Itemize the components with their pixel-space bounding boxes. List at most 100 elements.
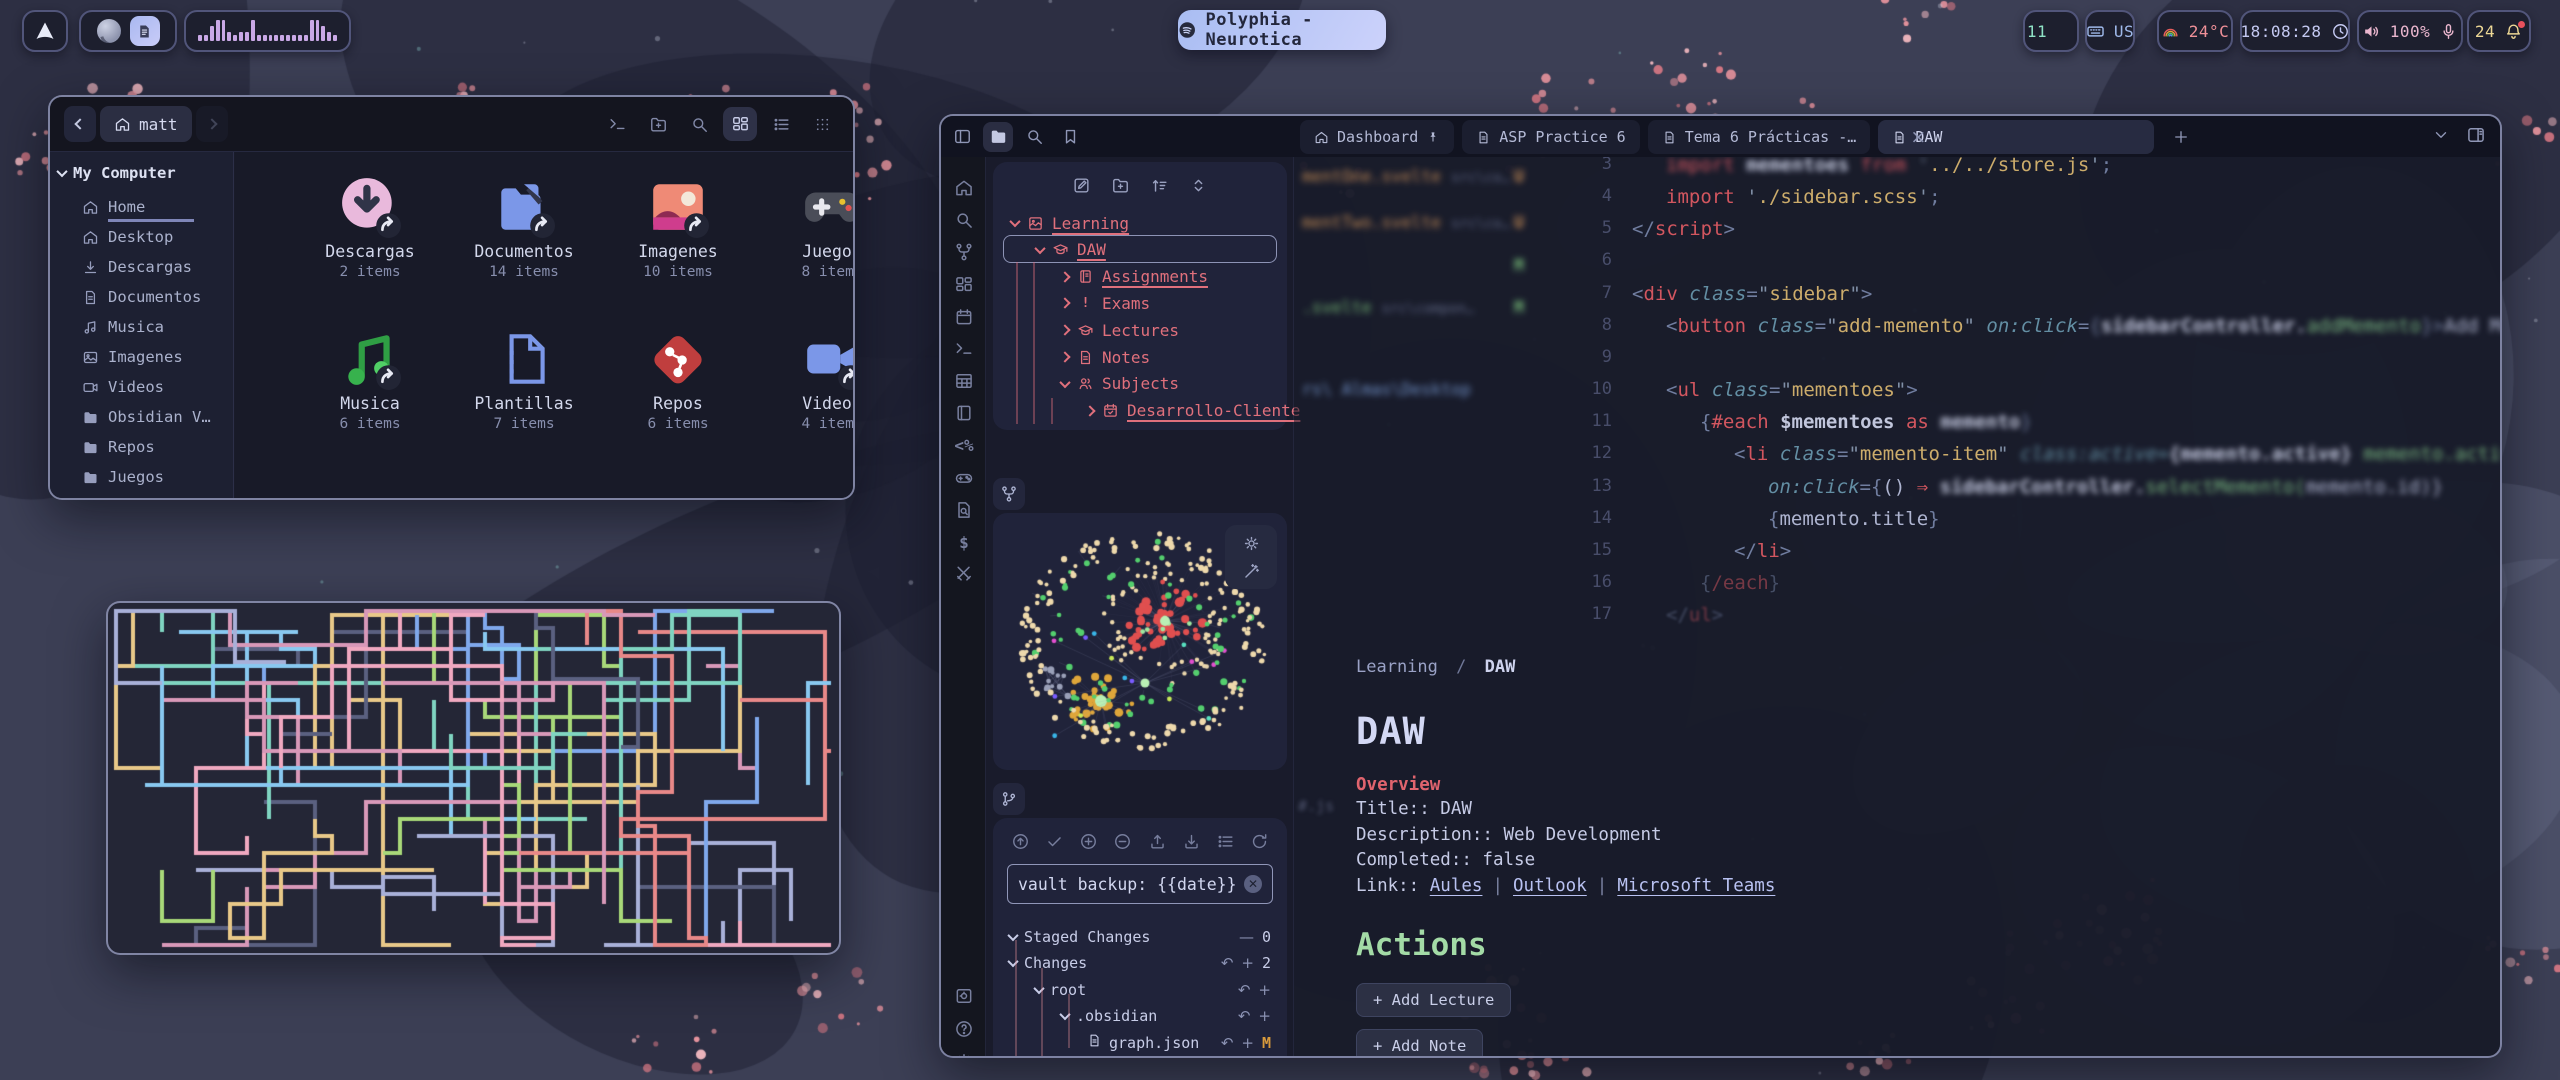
ribbon-calendar[interactable] (953, 306, 975, 328)
note-link-outlook[interactable]: Outlook (1513, 876, 1587, 896)
workspace-apps[interactable] (79, 10, 177, 52)
ribbon-book[interactable] (953, 402, 975, 424)
fm-tool-grid[interactable] (723, 107, 757, 141)
chevron-right-icon[interactable] (1059, 351, 1070, 362)
clear-message-icon[interactable]: ✕ (1244, 875, 1262, 893)
back-button[interactable] (64, 106, 96, 142)
chevron-right-icon[interactable] (1084, 405, 1095, 416)
graph-settings-button[interactable] (1242, 533, 1261, 553)
ribbon-vault[interactable] (953, 985, 975, 1007)
folder-tile-repos[interactable]: Repos6 items (603, 312, 753, 460)
new-tab-button[interactable] (2166, 122, 2196, 152)
action-button--add-lecture[interactable]: + Add Lecture (1356, 983, 1511, 1017)
sidebar-item-documentos[interactable]: Documentos (50, 282, 233, 312)
sidebar-item-desktop[interactable]: Desktop (50, 222, 233, 252)
tab-daw[interactable]: DAW× (1878, 120, 2154, 154)
tab-asp-practice-6[interactable]: ASP Practice 6 (1462, 120, 1639, 154)
stage-icon[interactable]: + (1258, 981, 1271, 999)
folder-tile-documentos[interactable]: Documentos14 items (449, 160, 599, 308)
ribbon-table[interactable] (953, 370, 975, 392)
widget-keyboard-layout[interactable]: US (2085, 10, 2135, 52)
chevron-right-icon[interactable] (1059, 325, 1070, 336)
chevron-down-icon[interactable] (1009, 216, 1020, 227)
titlebar-icon-panelL[interactable] (947, 122, 977, 152)
note-breadcrumb[interactable]: Learning / DAW (1356, 657, 2460, 677)
now-playing-widget[interactable]: Polyphia - Neurotica (1178, 10, 1386, 50)
fm-tool-terminal2[interactable] (600, 107, 634, 141)
git-tool-uploadic[interactable] (1148, 832, 1167, 855)
forward-button[interactable] (196, 106, 228, 142)
chevron-right-icon[interactable] (1059, 271, 1070, 282)
tab-dashboard[interactable]: Dashboard (1300, 120, 1454, 154)
ribbon-helpc[interactable] (953, 1018, 975, 1040)
stage-icon[interactable]: + (1241, 954, 1254, 972)
ribbon-filesearch[interactable] (953, 499, 975, 521)
sidebar-item-musica[interactable]: Musica (50, 312, 233, 342)
git-row-learning-daw-exams[interactable]: Learning/DAW/Exams↶+ (1061, 1057, 1271, 1059)
git-tool-circleminus[interactable] (1113, 832, 1132, 855)
graph-view-button[interactable] (993, 478, 1025, 510)
git-tool-listic[interactable] (1216, 832, 1235, 855)
ribbon-terminal2[interactable] (953, 338, 975, 360)
git-row-.obsidian[interactable]: .obsidian↶+ (1061, 1004, 1271, 1029)
undo-icon[interactable]: ↶ (1238, 1007, 1251, 1025)
note-link-microsoft-teams[interactable]: Microsoft Teams (1617, 876, 1775, 896)
folder-tile-videos[interactable]: Videos4 items (757, 312, 855, 460)
undo-icon[interactable]: ↶ (1238, 981, 1251, 999)
ribbon-codepct[interactable]: <% (953, 435, 975, 457)
git-panel-button[interactable] (993, 783, 1025, 815)
explorer-tool-newnote[interactable] (1069, 172, 1095, 198)
tab-list-chevron[interactable] (2432, 124, 2450, 145)
git-row-root[interactable]: root↶+ (1035, 977, 1271, 1002)
toggle-right-sidebar-icon[interactable] (2466, 124, 2486, 145)
graph-filter-button[interactable] (1242, 561, 1261, 581)
note-link-aules[interactable]: Aules (1430, 876, 1483, 896)
tree-item-desarrollo-cliente[interactable]: Desarrollo-Cliente (1086, 398, 1300, 424)
sidebar-section[interactable]: My Computer (50, 156, 233, 192)
widget-notifications[interactable]: 24 (2467, 10, 2531, 52)
chevron-right-icon[interactable] (1059, 298, 1070, 309)
folder-tile-imagenes[interactable]: Imagenes10 items (603, 160, 753, 308)
undo-icon[interactable]: ↶ (1221, 1034, 1234, 1052)
folder-tile-plantillas[interactable]: Plantillas7 items (449, 312, 599, 460)
widget-volume[interactable]: 100% (2357, 10, 2463, 52)
widget-weather[interactable]: 24°C (2157, 10, 2233, 52)
sidebar-item-clipped[interactable] (50, 492, 233, 500)
sidebar-item-imagenes[interactable]: Imagenes (50, 342, 233, 372)
tree-item-subjects[interactable]: Subjects (1061, 371, 1179, 397)
explorer-tool-folderplus[interactable] (1108, 172, 1134, 198)
widget-clock[interactable]: 18:08:28 (2240, 10, 2350, 52)
git-tool-downloadic[interactable] (1182, 832, 1201, 855)
undo-icon[interactable]: ↶ (1221, 954, 1234, 972)
ribbon-dollar[interactable]: $ (953, 531, 975, 553)
ribbon-grid[interactable] (953, 274, 975, 296)
ribbon-home[interactable] (953, 177, 975, 199)
fm-tool-folderplus[interactable] (641, 107, 675, 141)
tree-item-learning[interactable]: Learning (1011, 210, 1129, 236)
folder-tile-juegos[interactable]: Juegos8 items (757, 160, 855, 308)
git-row-changes[interactable]: Changes↶+2 (1009, 951, 1271, 976)
folder-tile-descargas[interactable]: Descargas2 items (295, 160, 445, 308)
git-tool-refreshic[interactable] (1250, 832, 1269, 855)
sidebar-item-juegos[interactable]: Juegos (50, 462, 233, 492)
explorer-tool-sortasc[interactable] (1147, 172, 1173, 198)
ribbon-swords[interactable] (953, 563, 975, 585)
fm-tool-search[interactable] (682, 107, 716, 141)
git-tool-circleplus[interactable] (1079, 832, 1098, 855)
tab-tema-6-pr-cticas-[interactable]: Tema 6 Prácticas -… (1648, 120, 1871, 154)
breadcrumb-parent[interactable]: Learning (1356, 657, 1438, 677)
folder-tile-musica[interactable]: Musica6 items (295, 312, 445, 460)
chevron-down-icon[interactable] (1007, 929, 1018, 940)
tab-close-icon[interactable]: × (1910, 121, 1926, 153)
git-tool-checkic[interactable] (1045, 832, 1064, 855)
titlebar-icon-folderF[interactable] (983, 122, 1013, 152)
tree-item-exams[interactable]: !Exams (1061, 290, 1150, 316)
tree-item-lectures[interactable]: Lectures (1061, 317, 1179, 343)
ribbon-search[interactable] (953, 209, 975, 231)
git-row-staged-changes[interactable]: Staged Changes—0 (1009, 924, 1271, 949)
explorer-tool-collapse[interactable] (1186, 172, 1212, 198)
firefox-icon[interactable] (97, 19, 121, 43)
ribbon-gamepad[interactable] (953, 467, 975, 489)
ribbon-gear[interactable] (953, 1050, 975, 1058)
widget-updates[interactable]: 11 (2023, 10, 2079, 52)
